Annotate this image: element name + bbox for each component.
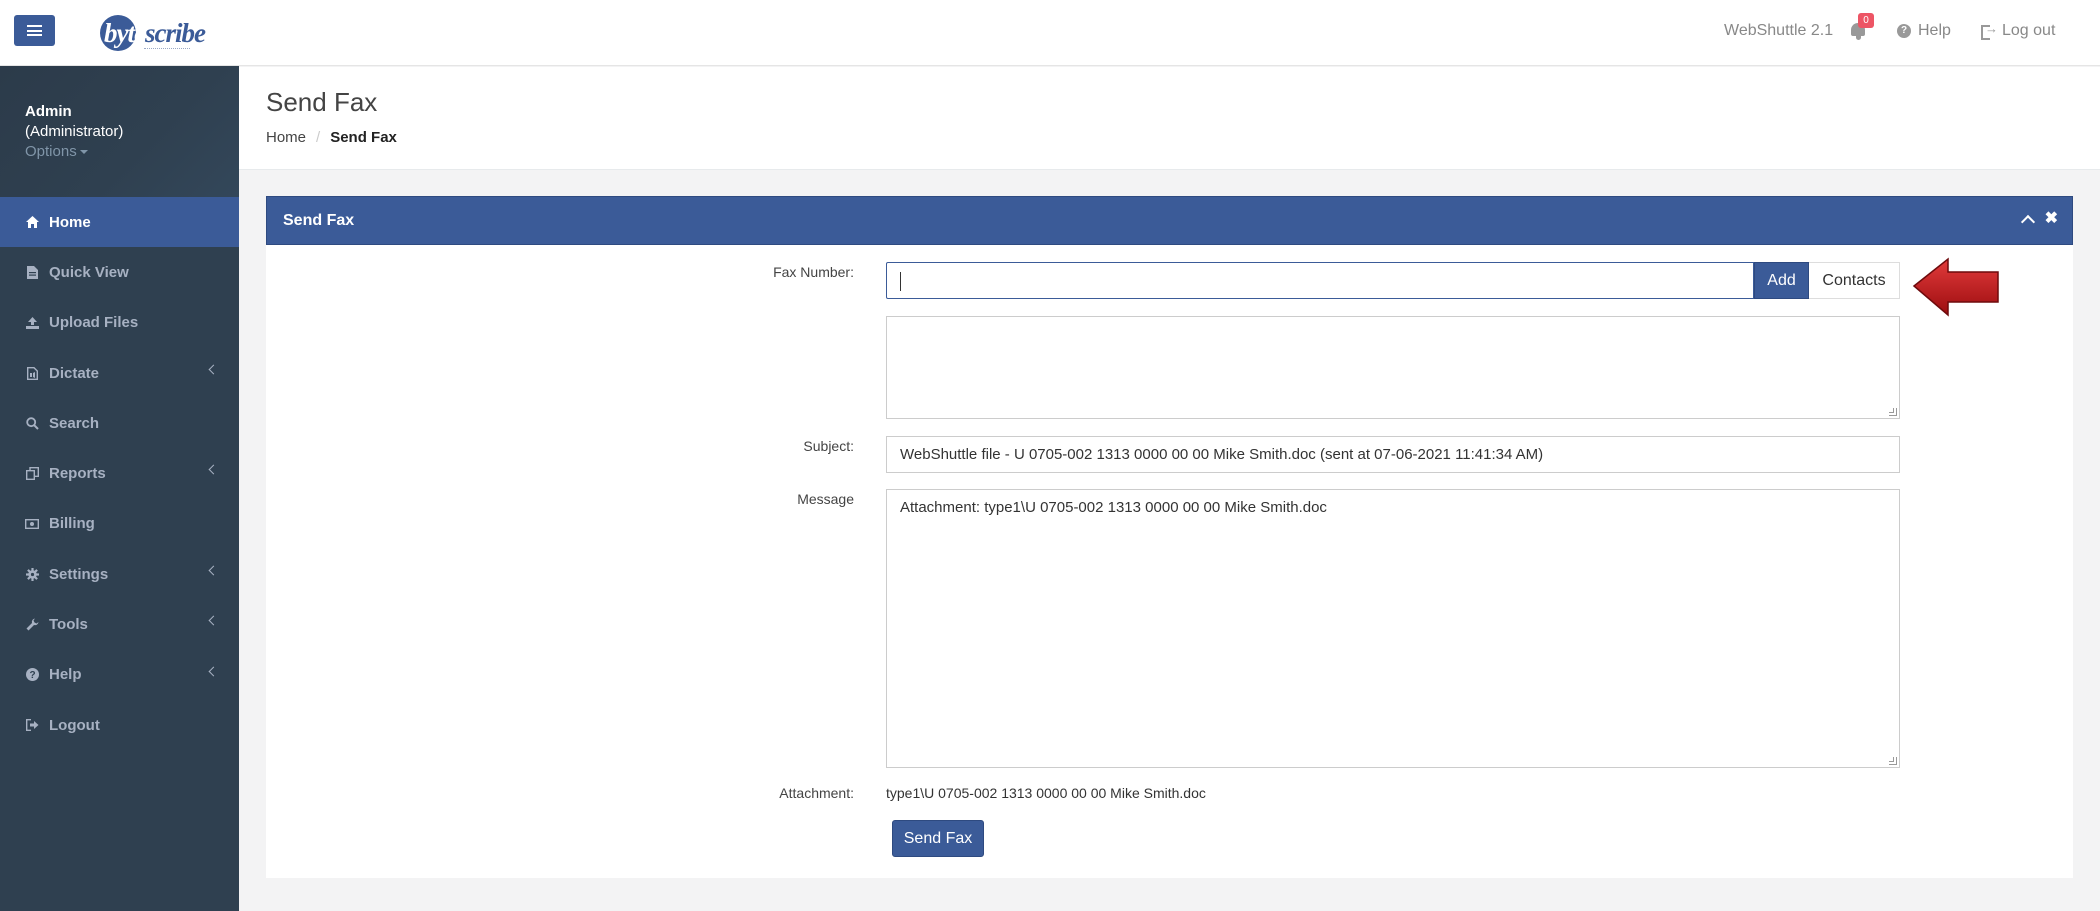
logout-label: Log out <box>2002 22 2056 39</box>
top-navbar: bytescribe WebShuttle 2.1 0 ? Help Log o… <box>0 0 2100 66</box>
app-version: WebShuttle 2.1 <box>1724 22 1834 39</box>
fax-number-label: Fax Number: <box>773 264 854 280</box>
logo-text-part-1: by <box>104 18 129 48</box>
sidebar-item-label: Search <box>49 414 100 432</box>
sidebar-item-label: Help <box>49 666 82 684</box>
sidebar-item-label: Quick View <box>49 263 129 281</box>
sidebar-item-settings[interactable]: Settings <box>0 549 239 599</box>
gear-icon <box>25 567 39 581</box>
sidebar: Admin (Administrator) Options Home Quick… <box>0 66 239 911</box>
red-arrow-annotation <box>1912 257 1999 317</box>
recipients-textarea[interactable] <box>886 316 1900 419</box>
subject-label: Subject: <box>803 438 854 454</box>
audio-file-icon <box>25 366 39 380</box>
page-title: Send Fax <box>266 87 378 117</box>
wrench-icon <box>25 618 39 632</box>
attachment-label: Attachment: <box>779 785 854 801</box>
chevron-up-icon[interactable] <box>2020 214 2035 230</box>
sidebar-item-label: Logout <box>49 716 100 734</box>
panel-header: Send Fax ✖ <box>266 196 2073 245</box>
page-heading: Send Fax Home / Send Fax <box>239 67 2100 170</box>
options-dropdown[interactable]: Options <box>25 142 239 162</box>
fax-number-input[interactable] <box>886 262 1754 299</box>
resize-handle-icon[interactable] <box>1889 757 1897 765</box>
notification-count-badge: 0 <box>1858 13 1874 28</box>
send-fax-button[interactable]: Send Fax <box>892 820 984 857</box>
add-button[interactable]: Add <box>1754 262 1809 299</box>
sidebar-item-label: Tools <box>49 616 88 634</box>
user-name: Admin <box>25 103 72 120</box>
resize-handle-icon[interactable] <box>1889 408 1897 416</box>
hamburger-menu-button[interactable] <box>14 15 55 46</box>
breadcrumb-home[interactable]: Home <box>266 129 306 146</box>
sidebar-item-help[interactable]: ? Help <box>0 650 239 700</box>
breadcrumb-separator: / <box>316 129 321 146</box>
copy-icon <box>25 467 39 481</box>
money-icon <box>25 517 39 531</box>
chevron-left-icon <box>208 465 219 475</box>
menu-icon <box>27 25 42 36</box>
logo-text-part-3: scribe <box>144 18 206 48</box>
attachment-value: type1\U 0705-002 1313 0000 00 00 Mike Sm… <box>886 785 1206 801</box>
breadcrumb: Home / Send Fax <box>266 129 397 146</box>
user-role: (Administrator) <box>25 123 124 140</box>
sidebar-item-label: Billing <box>49 515 95 533</box>
logout-link[interactable]: Log out <box>1981 21 2056 40</box>
upload-icon <box>25 316 39 330</box>
sidebar-item-label: Upload Files <box>49 314 139 332</box>
sidebar-item-logout[interactable]: Logout <box>0 700 239 750</box>
sidebar-item-label: Home <box>49 213 91 231</box>
sidebar-item-label: Dictate <box>49 364 100 382</box>
text-cursor <box>900 272 901 291</box>
caret-down-icon <box>79 150 88 155</box>
subject-input[interactable]: WebShuttle file - U 0705-002 1313 0000 0… <box>886 436 1900 473</box>
chevron-left-icon <box>208 666 219 677</box>
search-icon <box>25 416 39 430</box>
sidebar-item-upload-files[interactable]: Upload Files <box>0 298 239 348</box>
bytescribe-logo[interactable]: bytescribe <box>98 13 206 53</box>
sidebar-item-quick-view[interactable]: Quick View <box>0 247 239 297</box>
sign-out-icon <box>25 718 39 732</box>
options-label: Options <box>25 143 77 160</box>
close-icon[interactable]: ✖ <box>2045 211 2058 227</box>
sidebar-item-label: Reports <box>49 465 106 483</box>
file-icon <box>25 265 39 279</box>
home-icon <box>25 215 39 229</box>
user-profile: Admin (Administrator) Options <box>0 66 239 197</box>
message-value: Attachment: type1\U 0705-002 1313 0000 0… <box>900 499 1327 516</box>
help-label: Help <box>1918 22 1951 39</box>
sidebar-item-label: Settings <box>49 565 109 583</box>
sidebar-item-home[interactable]: Home <box>0 197 239 248</box>
sidebar-item-tools[interactable]: Tools <box>0 599 239 649</box>
message-label: Message <box>797 491 854 507</box>
sidebar-item-billing[interactable]: Billing <box>0 499 239 549</box>
breadcrumb-current: Send Fax <box>330 129 397 146</box>
panel-tools: ✖ <box>2020 211 2058 230</box>
chevron-left-icon <box>208 364 219 375</box>
contacts-button[interactable]: Contacts <box>1809 262 1900 299</box>
question-icon: ? <box>25 668 39 682</box>
chevron-left-icon <box>208 565 219 576</box>
svg-text:?: ? <box>29 670 35 681</box>
send-fax-panel: Send Fax ✖ Fax Number: Add Contacts Subj… <box>266 196 2073 878</box>
panel-title: Send Fax <box>283 212 355 229</box>
chevron-left-icon <box>208 615 219 626</box>
question-circle-icon: ? <box>1897 24 1911 38</box>
logo-tagline <box>144 48 190 49</box>
sidebar-nav: Home Quick View Upload Files Dictate Sea… <box>0 197 239 750</box>
sidebar-item-reports[interactable]: Reports <box>0 448 239 498</box>
sidebar-item-search[interactable]: Search <box>0 398 239 448</box>
sidebar-item-dictate[interactable]: Dictate <box>0 348 239 398</box>
sign-out-icon <box>1981 21 1998 40</box>
help-link[interactable]: ? Help <box>1897 22 1951 40</box>
message-textarea[interactable]: Attachment: type1\U 0705-002 1313 0000 0… <box>886 489 1900 768</box>
logo-text-part-2: te <box>127 18 145 48</box>
